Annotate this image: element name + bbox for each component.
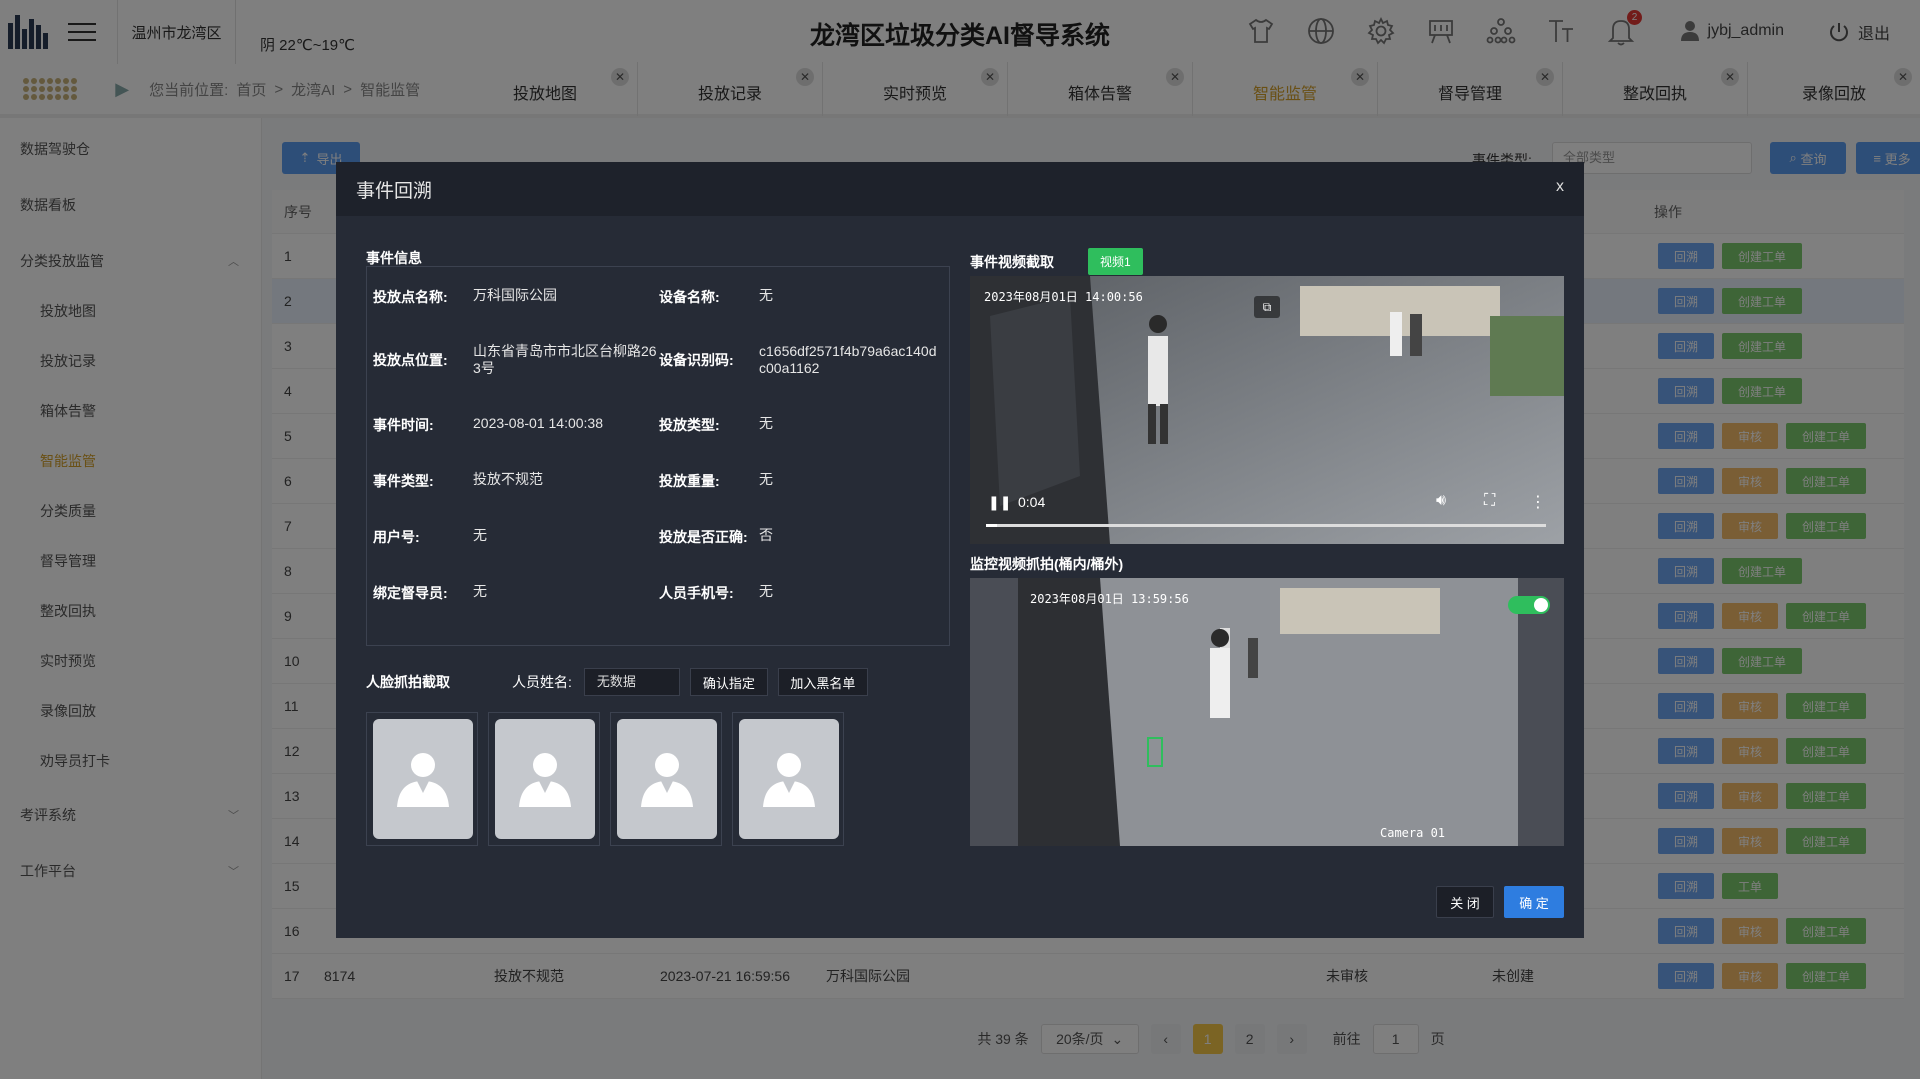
monitor-scene-image (970, 578, 1564, 846)
view-toggle[interactable] (1508, 596, 1550, 614)
confirm-assign-button[interactable]: 确认指定 (689, 668, 768, 696)
event-info-title: 事件信息 (366, 250, 422, 266)
user-number-value: 无 (473, 527, 487, 543)
face-thumbnail[interactable] (488, 712, 600, 846)
face-thumbnail[interactable] (366, 712, 478, 846)
camera-label: Camera 01 (1380, 826, 1446, 840)
video-tab[interactable]: 视频1 (1088, 248, 1143, 275)
field-key: 投放重量: (659, 473, 720, 489)
confirm-button[interactable]: 确 定 (1504, 886, 1564, 918)
close-button[interactable]: 关 闭 (1436, 886, 1494, 918)
field-key: 投放点位置: (373, 352, 448, 368)
drop-type-value: 无 (759, 415, 773, 431)
person-name-input[interactable]: 无数据 (583, 668, 680, 696)
video-progress-fill (986, 524, 998, 527)
pause-icon[interactable]: ❚❚ (988, 494, 1011, 511)
place-location-value: 山东省青岛市市北区台柳路263号 (473, 343, 657, 376)
event-type-value: 投放不规范 (473, 471, 543, 487)
person-placeholder-icon (763, 753, 815, 807)
phone-value: 无 (759, 583, 773, 599)
field-key: 投放点名称: (373, 289, 448, 305)
person-placeholder-icon (641, 753, 693, 807)
face-section-title: 人脸抓拍截取 (366, 674, 450, 690)
face-thumbnail[interactable] (610, 712, 722, 846)
more-options-icon[interactable]: ⋮ (1530, 492, 1546, 512)
video-controls: ❚❚ 0:04 🔊︎ ⛶ ⋮ (970, 484, 1564, 544)
field-key: 投放是否正确: (659, 529, 748, 545)
place-name-value: 万科国际公园 (473, 287, 557, 303)
field-key: 设备名称: (659, 289, 720, 305)
video-section-title: 事件视频截取 (970, 253, 1054, 270)
monitor-video-snapshot[interactable]: 2023年08月01日 13:59:56 Camera 01 (970, 578, 1564, 846)
field-key: 设备识别码: (659, 352, 734, 368)
field-key: 绑定督导员: (373, 585, 448, 601)
face-gallery (366, 712, 844, 846)
supervisor-value: 无 (473, 583, 487, 599)
face-thumbnail[interactable] (732, 712, 844, 846)
event-time-value: 2023-08-01 14:00:38 (473, 415, 603, 431)
field-key: 人员手机号: (659, 585, 734, 601)
dialog-footer: 关 闭 确 定 (1436, 886, 1564, 918)
video-header: 事件视频截取 视频1 (970, 248, 1143, 275)
person-placeholder-icon (397, 753, 449, 807)
volume-icon[interactable]: 🔊︎ (1436, 492, 1446, 510)
person-name-label: 人员姓名: (512, 674, 572, 690)
close-icon[interactable]: x (1556, 178, 1564, 196)
pip-icon[interactable]: ⧉ (1254, 296, 1280, 318)
event-video-player[interactable]: 2023年08月01日 14:00:56 ⧉ ❚❚ 0:04 🔊︎ ⛶ ⋮ (970, 276, 1564, 544)
fullscreen-icon[interactable]: ⛶ (1484, 492, 1495, 510)
device-name-value: 无 (759, 287, 773, 303)
weight-value: 无 (759, 471, 773, 487)
correct-value: 否 (759, 527, 773, 543)
field-key: 事件类型: (373, 473, 434, 489)
add-blacklist-button[interactable]: 加入黑名单 (777, 668, 868, 696)
video-current-time: 0:04 (1018, 494, 1046, 510)
person-placeholder-icon (519, 753, 571, 807)
monitor-section-title: 监控视频抓拍(桶内/桶外) (970, 556, 1124, 572)
dialog-title: 事件回溯 (356, 180, 433, 202)
video-timestamp: 2023年08月01日 14:00:56 (984, 290, 1143, 304)
field-key: 投放类型: (659, 417, 720, 433)
field-key: 用户号: (373, 529, 420, 545)
face-capture-header: 人脸抓拍截取 人员姓名: 无数据 确认指定 加入黑名单 (366, 668, 868, 696)
video-progress-bar[interactable] (986, 524, 1546, 527)
field-key: 事件时间: (373, 417, 434, 433)
event-info-panel: 投放点名称: 万科国际公园 设备名称: 无 投放点位置: 山东省青岛市市北区台柳路26… (366, 266, 950, 646)
event-trace-dialog: 事件回溯 x 事件信息 投放点名称: 万科国际公园 设备名称: 无 投放点位置: 山东… (336, 162, 1584, 938)
monitor-timestamp: 2023年08月01日 13:59:56 (1030, 592, 1189, 606)
dialog-header: 事件回溯 x (336, 162, 1584, 216)
device-id-value: c1656df2571f4b79a6ac140dc00a1162 (759, 343, 937, 376)
